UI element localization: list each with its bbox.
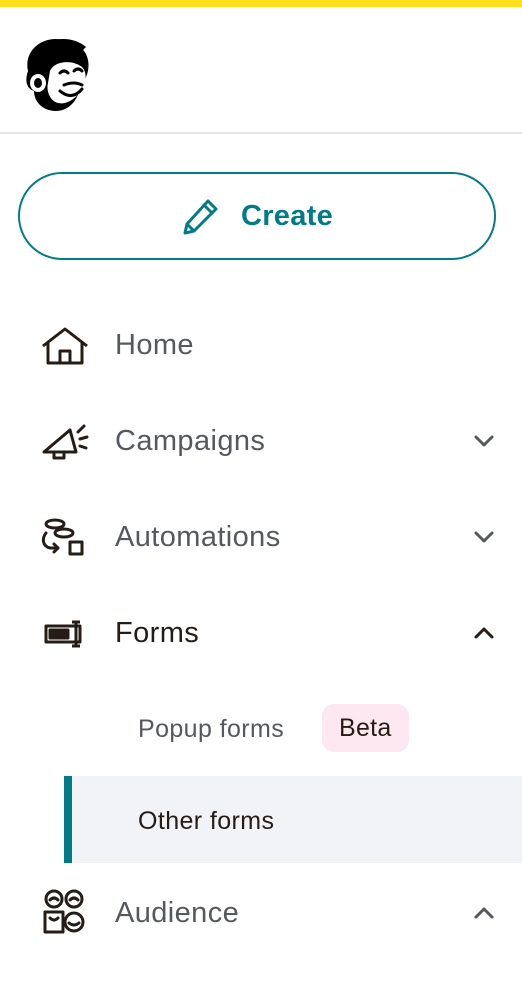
form-icon [40,614,90,654]
home-icon [40,326,90,366]
brand-top-bar [0,0,522,7]
sidebar-item-label: Campaigns [115,425,266,457]
sidebar-item-campaigns[interactable]: Campaigns [0,406,522,476]
chevron-up-icon[interactable] [472,905,496,921]
sidebar-item-automations[interactable]: Automations [0,502,522,572]
sidebar-item-label: Forms [115,617,200,649]
logo-header [0,7,522,134]
create-button-label: Create [240,199,334,232]
audience-icon [40,888,90,938]
sidebar-subitem-label: Other forms [138,807,275,835]
chevron-down-icon[interactable] [472,529,496,545]
sidebar-subitem-label: Popup forms [138,715,285,743]
chevron-down-icon[interactable] [472,433,496,449]
active-indicator [64,776,72,863]
sidebar-item-label: Audience [115,897,240,929]
create-button[interactable]: Create [18,172,496,260]
chevron-up-icon[interactable] [472,625,496,641]
megaphone-icon [40,422,90,462]
sidebar-item-audience[interactable]: Audience [0,878,522,948]
beta-badge: Beta [322,704,409,752]
sidebar-item-forms[interactable]: Forms [0,598,522,668]
sidebar-subitem-other-forms[interactable]: Other forms [64,776,522,863]
pencil-icon [181,196,221,236]
sidebar-subitem-popup-forms[interactable]: Popup forms Beta [64,704,522,754]
automation-flow-icon [40,518,90,558]
sidebar-item-label: Automations [115,521,281,553]
sidebar-item-label: Home [115,329,194,361]
mailchimp-logo-icon[interactable] [20,31,98,115]
sidebar-item-home[interactable]: Home [0,310,522,380]
